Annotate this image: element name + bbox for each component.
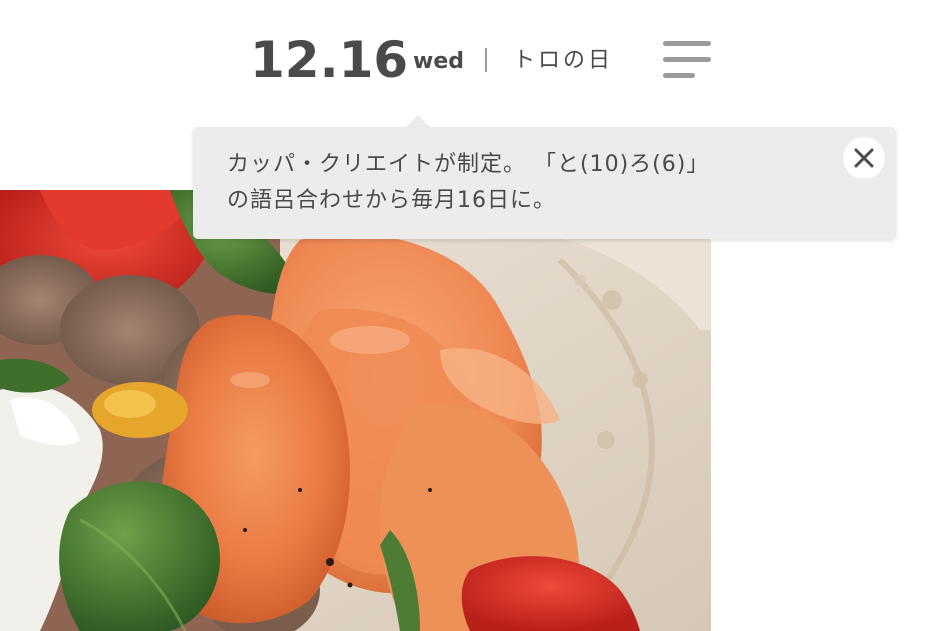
page: 12.16 wed トロの日 カッパ・クリエイトが制定。 「と(10)ろ(6)」… <box>0 0 941 631</box>
food-photo <box>0 190 711 631</box>
tooltip-line: の語呂合わせから毎月16日に。 <box>227 188 556 213</box>
day-name: トロの日 <box>513 48 614 73</box>
hamburger-menu-icon[interactable] <box>663 41 711 81</box>
date-separator <box>485 48 487 72</box>
food-photo-illustration <box>0 190 711 631</box>
header: 12.16 wed トロの日 <box>0 0 941 120</box>
tooltip-line: カッパ・クリエイトが制定。 「と(10)ろ(6)」 <box>227 152 710 177</box>
menu-bar <box>663 57 711 62</box>
close-button[interactable] <box>843 137 885 179</box>
menu-bar <box>663 73 695 78</box>
date-day: 12.16 <box>250 31 409 89</box>
menu-bar <box>663 41 711 46</box>
day-description-tooltip: カッパ・クリエイトが制定。 「と(10)ろ(6)」 の語呂合わせから毎月16日に… <box>193 127 896 239</box>
date-weekday: wed <box>413 49 464 74</box>
tooltip-text: カッパ・クリエイトが制定。 「と(10)ろ(6)」 の語呂合わせから毎月16日に… <box>227 147 827 219</box>
close-icon <box>854 148 874 168</box>
